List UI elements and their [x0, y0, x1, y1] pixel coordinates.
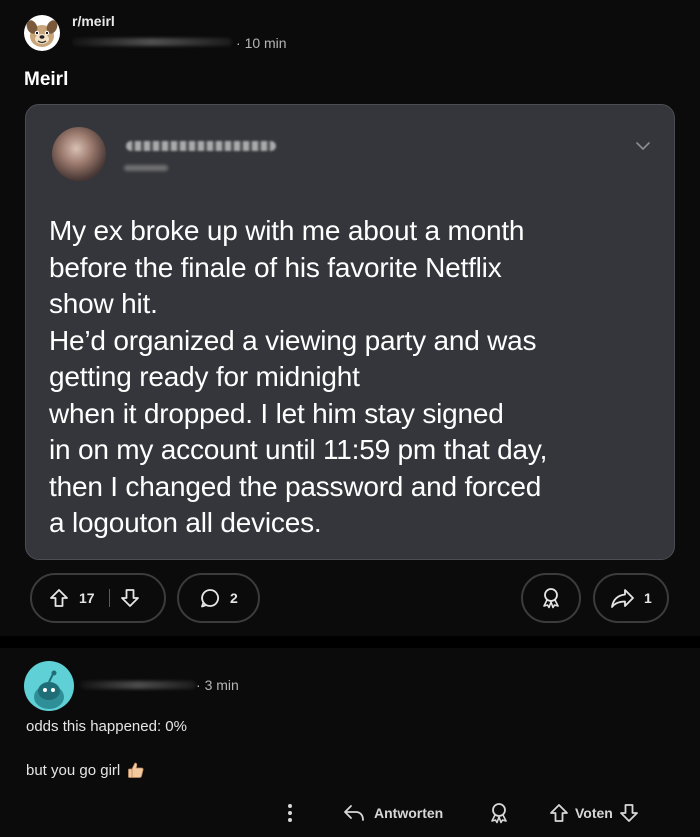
post-time-value: 10 min: [244, 35, 287, 51]
upvote-arrow-icon[interactable]: [549, 803, 569, 823]
share-arrow-icon: [611, 589, 634, 608]
tweet-line: when it dropped. I let him stay signed: [49, 397, 504, 429]
tweet-author-redacted: [126, 141, 276, 151]
commenter-avatar[interactable]: [24, 661, 74, 711]
subreddit-name[interactable]: r/meirl: [72, 13, 115, 29]
thumbs-up-emoji-icon: [128, 762, 144, 778]
section-divider: [0, 636, 700, 648]
post: r/meirl · 10 min Meirl My ex broke up wi…: [0, 0, 700, 636]
reply-button[interactable]: Antworten: [343, 798, 443, 828]
share-count: 1: [644, 590, 652, 606]
comment-time-value: 3 min: [204, 677, 239, 693]
comment-count: 2: [230, 590, 238, 606]
chevron-down-icon: [636, 142, 650, 151]
tweet-line: show hit.: [49, 288, 158, 319]
comment-actions: Antworten Voten: [0, 798, 700, 828]
comment-bubble-icon: [201, 589, 219, 608]
post-title[interactable]: Meirl: [24, 69, 68, 91]
tweet-text: My ex broke up with me about a month bef…: [49, 213, 659, 542]
comment-text-line: odds this happened: 0%: [26, 718, 187, 735]
more-options-button[interactable]: [285, 798, 295, 828]
commenter-name-redacted: [80, 681, 196, 689]
downvote-arrow-icon[interactable]: [619, 803, 639, 823]
post-time: · 10 min: [236, 35, 287, 51]
tweet-handle-redacted: [124, 165, 168, 171]
tweet-line: My ex broke up with me about a month: [49, 215, 525, 246]
tweet-line: then I changed the password and forced: [49, 470, 542, 502]
comment: · 3 min odds this happened: 0% but you g…: [0, 648, 700, 837]
comment-vote: Voten: [549, 798, 639, 828]
award-icon: [491, 803, 507, 824]
reply-arrow-icon: [344, 805, 364, 821]
tweet-line: in on my account until 11:59 pm that day…: [49, 434, 548, 465]
tweet-line: He’d organized a viewing party and was: [49, 324, 537, 356]
more-vertical-icon: [288, 804, 292, 822]
downvote-arrow-icon[interactable]: [120, 588, 140, 608]
comment-award-button[interactable]: [487, 798, 511, 828]
tweet-line: getting ready for midnight: [49, 361, 360, 392]
vote-divider: [108, 589, 110, 607]
author-name-redacted: [72, 38, 232, 46]
subreddit-avatar[interactable]: [24, 15, 60, 51]
award-button[interactable]: [521, 573, 581, 623]
tweet-line: a logouton all devices.: [49, 507, 322, 538]
tweet-image[interactable]: My ex broke up with me about a month bef…: [25, 104, 675, 560]
tweet-avatar: [52, 127, 106, 181]
tweet-line: before the finale of his favorite Netfli…: [49, 251, 502, 283]
comment-text: but you go girl: [26, 761, 121, 779]
upvote-count: 17: [79, 590, 95, 606]
share-button[interactable]: 1: [593, 573, 669, 623]
comment-text-line: but you go girl: [26, 760, 146, 780]
award-icon: [543, 588, 559, 609]
comment-time: · 3 min: [196, 677, 239, 693]
reply-label: Antworten: [374, 805, 444, 821]
upvote-arrow-icon[interactable]: [49, 588, 69, 608]
comments-button[interactable]: 2: [177, 573, 260, 623]
vote-bar: 17: [30, 573, 166, 623]
vote-label: Voten: [575, 805, 613, 821]
